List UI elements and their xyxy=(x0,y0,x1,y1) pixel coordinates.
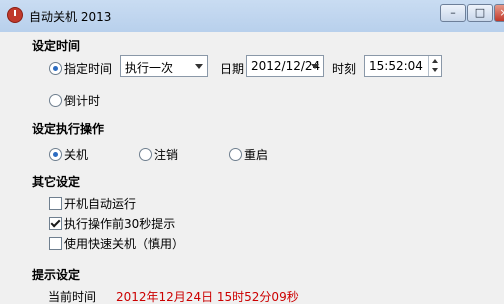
time-value: 15:52:04 xyxy=(369,59,423,73)
date-picker[interactable]: 2012/12/24 xyxy=(246,55,324,77)
fast-shutdown-label: 使用快速关机（慎用） xyxy=(64,237,185,251)
close-button[interactable]: × xyxy=(494,4,504,22)
spinner-buttons[interactable] xyxy=(428,56,441,76)
current-time-label: 当前时间 xyxy=(48,290,97,304)
shutdown-label: 关机 xyxy=(64,148,89,162)
shutdown-radio[interactable] xyxy=(49,148,62,161)
exec-mode-select[interactable]: 执行一次 xyxy=(120,55,208,77)
app-window: 自动关机 2013 – □ × 设定时间 指定时间 执行一次 日期 2012/1… xyxy=(0,0,504,304)
title-bar[interactable]: 自动关机 2013 – □ × xyxy=(0,0,504,32)
fast-shutdown-checkbox[interactable] xyxy=(49,237,62,250)
maximize-button[interactable]: □ xyxy=(467,4,493,22)
chevron-down-icon xyxy=(195,64,203,69)
autorun-checkbox[interactable] xyxy=(49,197,62,210)
logoff-label: 注销 xyxy=(154,148,179,162)
time-label: 时刻 xyxy=(332,62,357,76)
chevron-down-icon xyxy=(311,64,319,69)
exec-mode-value: 执行一次 xyxy=(125,61,174,75)
countdown-radio[interactable] xyxy=(49,94,62,107)
minimize-button[interactable]: – xyxy=(440,4,466,22)
notify-checkbox[interactable] xyxy=(49,217,62,230)
restart-radio[interactable] xyxy=(229,148,242,161)
date-label: 日期 xyxy=(220,62,245,76)
autorun-label: 开机自动运行 xyxy=(64,197,137,211)
current-time-value: 2012年12月24日 15时52分09秒 xyxy=(116,290,299,304)
time-spinner[interactable]: 15:52:04 xyxy=(364,55,442,77)
power-icon xyxy=(7,7,23,23)
window-title: 自动关机 2013 xyxy=(29,10,112,24)
restart-label: 重启 xyxy=(244,148,269,162)
spin-down-icon[interactable] xyxy=(432,68,438,72)
dialog-body: 设定时间 指定时间 执行一次 日期 2012/12/24 时刻 15:52:04… xyxy=(8,32,504,304)
schedule-heading: 设定时间 xyxy=(32,39,81,53)
countdown-label: 倒计时 xyxy=(64,94,101,108)
specified-time-radio[interactable] xyxy=(49,62,62,75)
specified-time-label: 指定时间 xyxy=(64,62,113,76)
date-value: 2012/12/24 xyxy=(251,59,321,73)
other-heading: 其它设定 xyxy=(32,175,81,189)
action-heading: 设定执行操作 xyxy=(32,122,105,136)
spin-up-icon[interactable] xyxy=(432,59,438,63)
notify-label: 执行操作前30秒提示 xyxy=(64,217,176,231)
tips-heading: 提示设定 xyxy=(32,268,81,282)
logoff-radio[interactable] xyxy=(139,148,152,161)
